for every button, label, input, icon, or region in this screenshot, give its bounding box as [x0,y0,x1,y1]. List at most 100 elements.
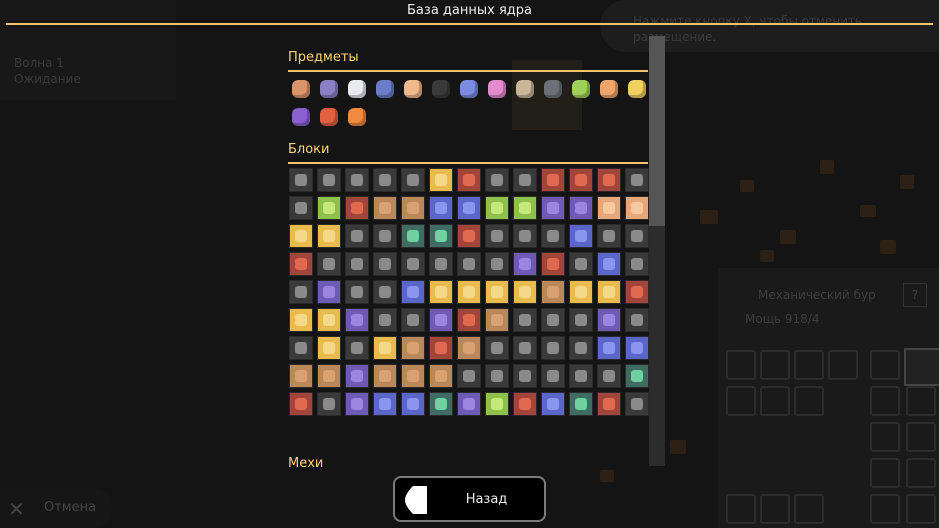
metaglass-icon[interactable] [345,77,369,101]
block-icon[interactable] [513,364,537,388]
block-icon[interactable] [541,168,565,192]
block-icon[interactable] [401,224,425,248]
block-icon[interactable] [485,280,509,304]
block-icon[interactable] [597,336,621,360]
production-category-icon[interactable] [904,348,939,386]
block-icon[interactable] [569,364,593,388]
block-icon[interactable] [457,308,481,332]
block-icon[interactable] [373,392,397,416]
block-icon[interactable] [373,308,397,332]
liquid-category-icon[interactable] [906,386,936,416]
block-icon[interactable] [513,308,537,332]
block-icon[interactable] [429,280,453,304]
block-icon[interactable] [513,392,537,416]
block-icon[interactable] [289,392,313,416]
blast-compound-icon[interactable] [317,105,341,129]
block-icon[interactable] [429,168,453,192]
block-icon[interactable] [373,336,397,360]
block-icon[interactable] [429,336,453,360]
power-category-icon[interactable] [870,422,900,452]
block-icon[interactable] [541,196,565,220]
block-icon[interactable] [541,224,565,248]
block-icon[interactable] [597,364,621,388]
block-icon[interactable] [625,168,649,192]
surge-alloy-icon[interactable] [625,77,649,101]
upgrade-icon[interactable] [870,494,900,524]
rotate-icon[interactable] [760,494,790,524]
block-icon[interactable] [569,224,593,248]
spore-pod-icon[interactable] [289,105,313,129]
block-icon[interactable] [345,168,369,192]
block-icon[interactable] [457,336,481,360]
block-icon[interactable] [541,364,565,388]
block-icon[interactable] [513,336,537,360]
block-icon[interactable] [457,252,481,276]
block-icon[interactable] [289,308,313,332]
block-icon[interactable] [401,336,425,360]
scrap-icon[interactable] [513,77,537,101]
block-icon[interactable] [597,252,621,276]
pick-icon[interactable] [726,494,756,524]
block-icon[interactable] [625,224,649,248]
block-icon[interactable] [317,364,341,388]
silicon-icon[interactable] [541,77,565,101]
block-icon[interactable] [345,196,369,220]
block-icon[interactable] [597,308,621,332]
block-icon[interactable] [485,224,509,248]
block-icon[interactable] [373,224,397,248]
block-icon[interactable] [401,168,425,192]
block-icon[interactable] [625,196,649,220]
block-icon[interactable] [345,280,369,304]
turret-category-icon[interactable] [870,350,900,380]
block-icon[interactable] [345,364,369,388]
block-icon[interactable] [541,252,565,276]
block-icon[interactable] [569,252,593,276]
block-icon[interactable] [345,252,369,276]
thorium-icon[interactable] [485,77,509,101]
block-icon[interactable] [317,280,341,304]
help-button[interactable]: ? [903,283,927,307]
block-icon[interactable] [513,252,537,276]
block-icon[interactable] [345,308,369,332]
drill-icon[interactable] [828,350,858,380]
block-icon[interactable] [625,392,649,416]
block-icon[interactable] [373,364,397,388]
block-icon[interactable] [401,392,425,416]
block-icon[interactable] [373,280,397,304]
phase-fabric-icon[interactable] [597,77,621,101]
block-icon[interactable] [457,168,481,192]
block-icon[interactable] [625,336,649,360]
coal-icon[interactable] [429,77,453,101]
block-icon[interactable] [485,308,509,332]
drill-icon[interactable] [794,386,824,416]
block-icon[interactable] [401,280,425,304]
block-icon[interactable] [317,392,341,416]
block-icon[interactable] [373,196,397,220]
block-icon[interactable] [485,364,509,388]
logic-category-icon[interactable] [906,494,936,524]
block-icon[interactable] [569,280,593,304]
block-icon[interactable] [625,364,649,388]
crafting-category-icon[interactable] [870,458,900,488]
block-icon[interactable] [457,224,481,248]
block-icon[interactable] [401,364,425,388]
block-icon[interactable] [373,252,397,276]
block-icon[interactable] [597,196,621,220]
block-icon[interactable] [625,280,649,304]
block-icon[interactable] [569,336,593,360]
block-icon[interactable] [317,168,341,192]
block-icon[interactable] [289,196,313,220]
block-icon[interactable] [457,392,481,416]
copper-icon[interactable] [289,77,313,101]
graphite-icon[interactable] [373,77,397,101]
block-icon[interactable] [429,392,453,416]
block-icon[interactable] [289,336,313,360]
block-icon[interactable] [569,168,593,192]
block-icon[interactable] [569,392,593,416]
block-icon[interactable] [541,336,565,360]
block-icon[interactable] [345,224,369,248]
scrollbar-thumb[interactable] [649,36,665,226]
block-icon[interactable] [401,308,425,332]
block-icon[interactable] [289,224,313,248]
sand-icon[interactable] [401,77,425,101]
